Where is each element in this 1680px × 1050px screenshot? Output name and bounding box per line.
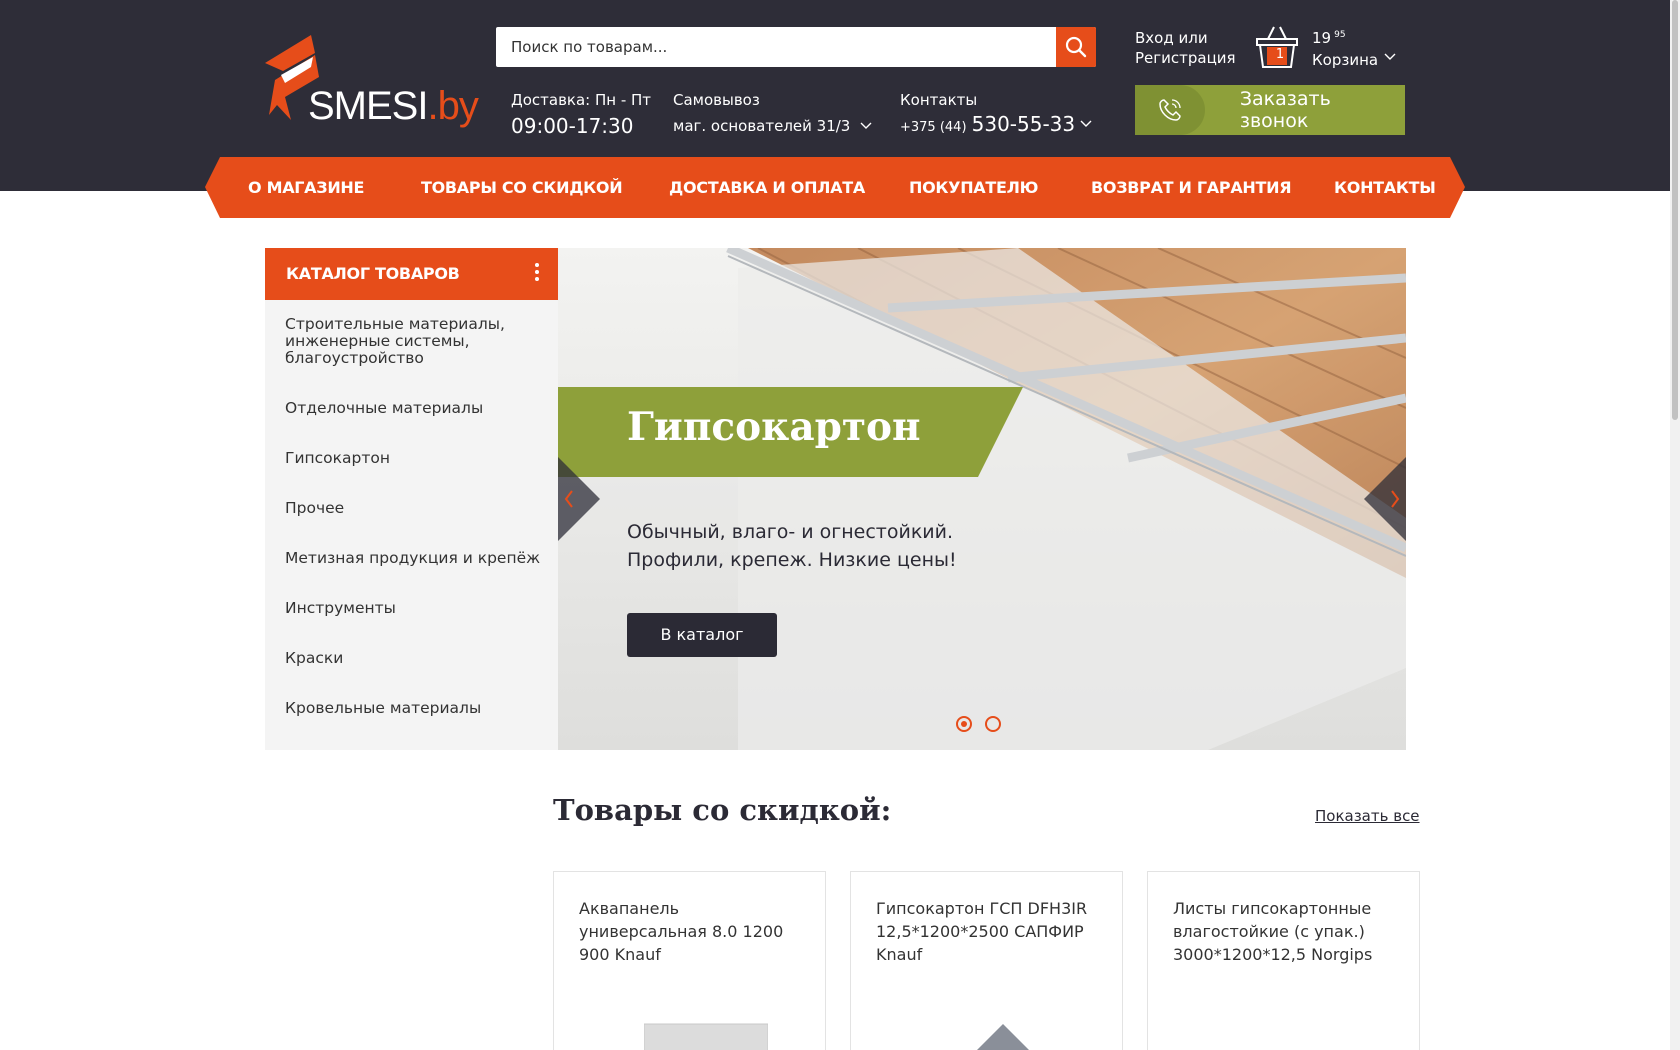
search-bar bbox=[496, 27, 1096, 67]
phone-prefix: +375 (44) bbox=[900, 120, 967, 135]
phone-icon-holder bbox=[1135, 85, 1205, 135]
chevron-down-icon[interactable] bbox=[1080, 120, 1092, 128]
slider-dot-2[interactable] bbox=[985, 716, 1001, 732]
cart-label: Корзина bbox=[1312, 51, 1379, 69]
chevron-down-icon bbox=[1384, 53, 1396, 60]
slider-dot-1[interactable] bbox=[956, 716, 972, 732]
product-image bbox=[1238, 1022, 1362, 1050]
callback-label: Заказать звонок bbox=[1239, 88, 1331, 132]
show-all-link[interactable]: Показать все bbox=[1315, 807, 1420, 825]
phone-icon bbox=[1159, 99, 1181, 121]
contacts-info: Контакты +375 (44) 530-55-33 bbox=[900, 90, 1075, 136]
nav-item-delivery[interactable]: ДОСТАВКА И ОПЛАТА bbox=[669, 157, 865, 218]
catalog-item-fasteners[interactable]: Метизная продукция и крепёж bbox=[285, 550, 545, 567]
cart-sum: 19 95 bbox=[1312, 29, 1346, 47]
logo-text: SMESI.by bbox=[308, 84, 479, 129]
search-input[interactable] bbox=[496, 27, 1056, 67]
slider-dots bbox=[956, 716, 1001, 732]
account-links: Вход или Регистрация bbox=[1135, 28, 1236, 68]
callback-button[interactable]: Заказать звонок bbox=[1135, 85, 1405, 135]
pickup-label: Самовывоз bbox=[673, 91, 760, 109]
product-card[interactable]: Аквапанель универсальная 8.0 1200 900 Kn… bbox=[553, 871, 826, 1050]
main-nav: О МАГАЗИНЕ ТОВАРЫ СО СКИДКОЙ ДОСТАВКА И … bbox=[205, 157, 1465, 218]
catalog-item-paints[interactable]: Краски bbox=[285, 650, 545, 667]
product-title[interactable]: Гипсокартон ГСП DFH3IR 12,5*1200*2500 СА… bbox=[876, 897, 1106, 966]
product-card[interactable]: Гипсокартон ГСП DFH3IR 12,5*1200*2500 СА… bbox=[850, 871, 1123, 1050]
discounts-title: Товары со скидкой: bbox=[553, 793, 892, 827]
slide-desc-line-2: Профили, крепеж. Низкие цены! bbox=[627, 549, 957, 571]
catalog-header[interactable]: КАТАЛОГ ТОВАРОВ bbox=[265, 248, 558, 300]
nav-item-contacts[interactable]: КОНТАКТЫ bbox=[1334, 157, 1436, 218]
more-vertical-icon[interactable] bbox=[534, 263, 540, 285]
cart-count-badge: 1 bbox=[1275, 47, 1285, 62]
delivery-label: Доставка: Пн - Пт bbox=[511, 91, 652, 109]
delivery-hours: 09:00-17:30 bbox=[511, 114, 634, 138]
pickup-info[interactable]: Самовывоз маг. основателей 31/3 bbox=[673, 90, 850, 136]
hero-slider: Гипсокартон Обычный, влаго- и огнестойки… bbox=[558, 248, 1406, 750]
catalog-item-finishing[interactable]: Отделочные материалы bbox=[285, 400, 545, 417]
cart-sum-main: 19 bbox=[1312, 29, 1332, 47]
contacts-phone-row[interactable]: +375 (44) 530-55-33 bbox=[900, 112, 1075, 136]
catalog-item-tools[interactable]: Инструменты bbox=[285, 600, 545, 617]
catalog-title: КАТАЛОГ ТОВАРОВ bbox=[286, 264, 460, 283]
logo-main-text: SMESI bbox=[308, 84, 428, 128]
product-image bbox=[644, 1023, 768, 1050]
login-link[interactable]: Вход или bbox=[1135, 28, 1236, 48]
cart-widget[interactable]: 1 19 95 Корзина bbox=[1254, 25, 1404, 75]
nav-item-about[interactable]: О МАГАЗИНЕ bbox=[248, 157, 364, 218]
product-title[interactable]: Листы гипсокартонные влагостойкие (с упа… bbox=[1173, 897, 1403, 966]
nav-item-discounts[interactable]: ТОВАРЫ СО СКИДКОЙ bbox=[421, 157, 623, 218]
search-button[interactable] bbox=[1056, 27, 1096, 67]
page-scrollbar[interactable] bbox=[1670, 0, 1680, 1050]
catalog-item-building[interactable]: Строительные материалы, инженерные систе… bbox=[285, 316, 545, 367]
nav-item-buyer[interactable]: ПОКУПАТЕЛЮ bbox=[909, 157, 1038, 218]
product-title[interactable]: Аквапанель универсальная 8.0 1200 900 Kn… bbox=[579, 897, 809, 966]
nav-item-returns[interactable]: ВОЗВРАТ И ГАРАНТИЯ bbox=[1091, 157, 1292, 218]
catalog-item-roofing[interactable]: Кровельные материалы bbox=[285, 700, 545, 717]
slide-desc-line-1: Обычный, влаго- и огнестойкий. bbox=[627, 521, 954, 543]
logo-suffix-text: .by bbox=[427, 84, 478, 128]
product-card[interactable]: Листы гипсокартонные влагостойкие (с упа… bbox=[1147, 871, 1420, 1050]
search-icon bbox=[1065, 36, 1087, 58]
slide-title: Гипсокартон bbox=[627, 404, 921, 450]
cart-sum-fraction: 95 bbox=[1334, 30, 1346, 40]
register-link[interactable]: Регистрация bbox=[1135, 48, 1236, 68]
chevron-down-icon[interactable] bbox=[860, 122, 872, 130]
contacts-label: Контакты bbox=[900, 91, 978, 109]
catalog-item-other[interactable]: Прочее bbox=[285, 500, 545, 517]
catalog-sidebar: КАТАЛОГ ТОВАРОВ Строительные материалы, … bbox=[265, 248, 558, 750]
phone-number: 530-55-33 bbox=[971, 112, 1076, 136]
delivery-info: Доставка: Пн - Пт 09:00-17:30 bbox=[511, 90, 651, 140]
product-image bbox=[977, 1024, 1029, 1050]
slide-photo bbox=[558, 248, 1406, 750]
slider-prev-arrow[interactable] bbox=[558, 457, 600, 541]
to-catalog-button[interactable]: В каталог bbox=[627, 613, 777, 657]
slider-next-arrow[interactable] bbox=[1364, 457, 1406, 541]
slide-description: Обычный, влаго- и огнестойкий. Профили, … bbox=[627, 518, 957, 574]
scrollbar-thumb[interactable] bbox=[1672, 0, 1678, 420]
pickup-address: маг. основателей 31/3 bbox=[673, 117, 851, 135]
catalog-item-drywall[interactable]: Гипсокартон bbox=[285, 450, 545, 467]
